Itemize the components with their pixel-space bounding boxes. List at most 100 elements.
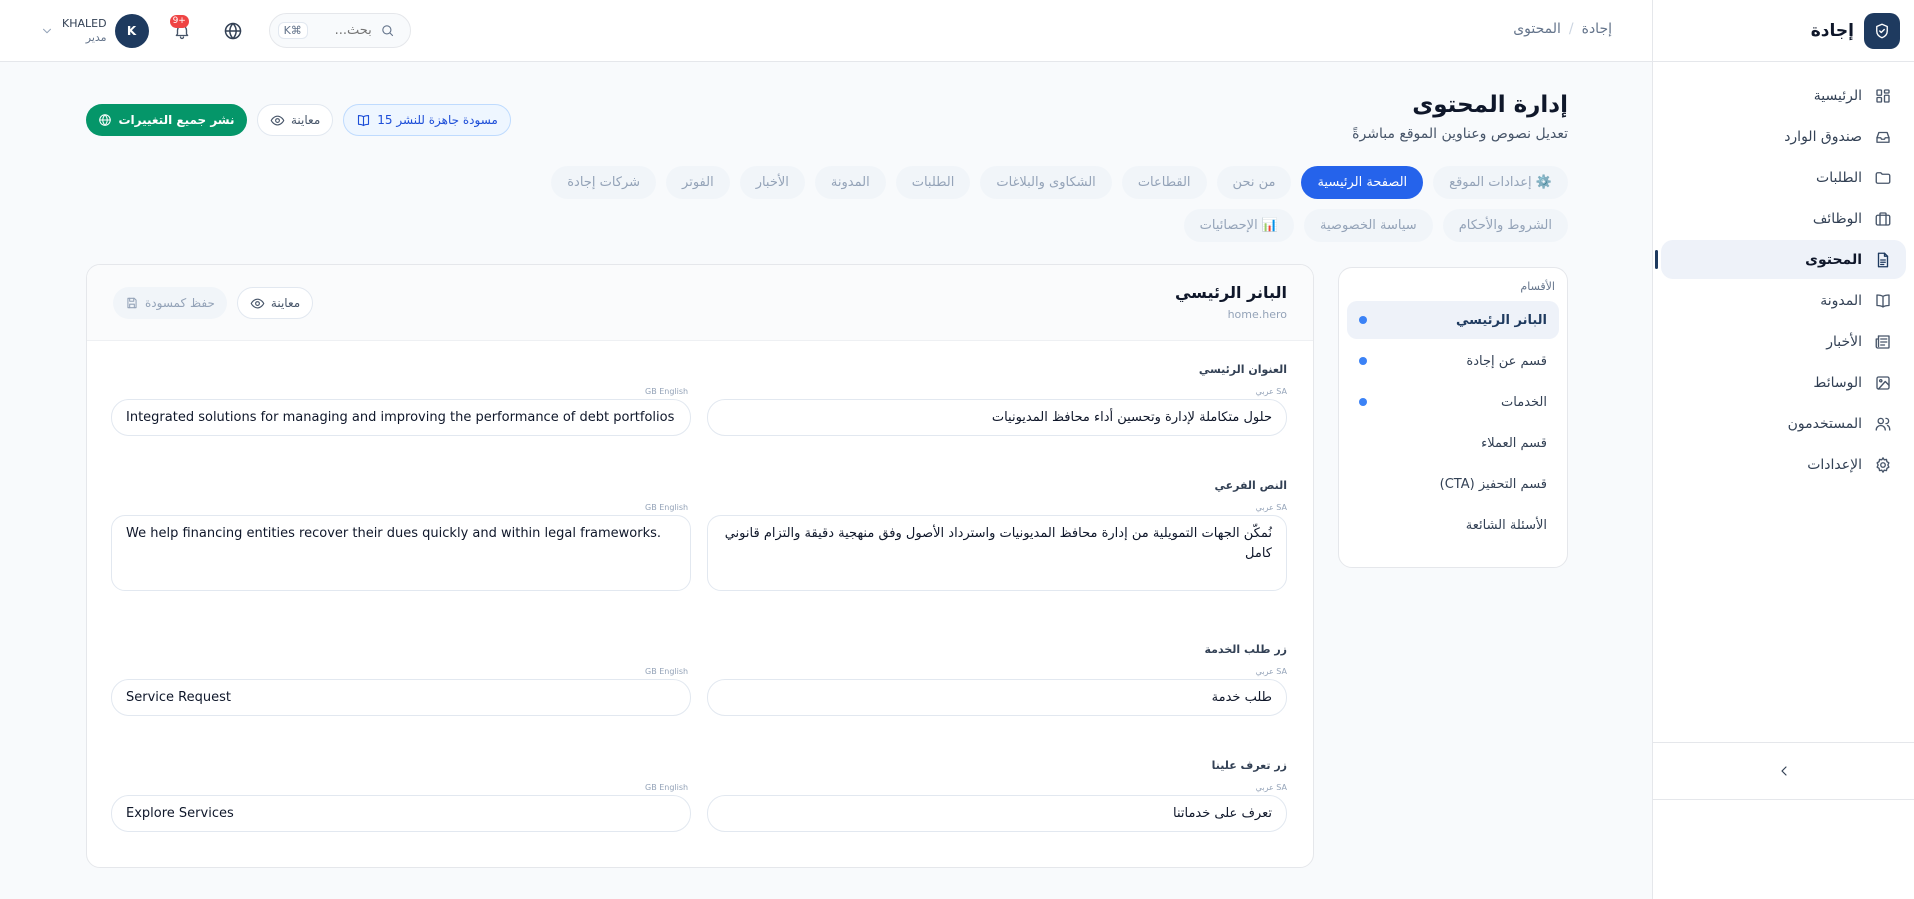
- image-icon: [1874, 374, 1892, 392]
- section-item-about[interactable]: قسم عن إجادة: [1347, 342, 1559, 380]
- user-name: KHALED: [62, 16, 107, 30]
- sidebar-item-content[interactable]: المحتوى: [1655, 240, 1906, 279]
- avatar[interactable]: K: [114, 13, 149, 48]
- section-item-label: البانر الرئيسي: [1455, 312, 1547, 328]
- english-input[interactable]: Explore Services: [111, 795, 691, 832]
- breadcrumb-separator: /: [1568, 21, 1574, 37]
- collapse-sidebar-button[interactable]: [1653, 742, 1914, 800]
- tab-terms[interactable]: الشروط والأحكام: [1442, 209, 1568, 242]
- tab-privacy[interactable]: سياسة الخصوصية: [1304, 209, 1433, 242]
- english-textarea[interactable]: We help financing entities recover their…: [111, 515, 691, 591]
- tab-news[interactable]: الأخبار: [739, 166, 805, 199]
- sidebar-item-blog[interactable]: المدونة: [1661, 281, 1906, 320]
- page-title: إدارة المحتوى: [1412, 92, 1568, 118]
- search-box[interactable]: K⌘: [268, 13, 411, 48]
- field-label: زر تعرف علينا: [1211, 759, 1287, 772]
- eye-icon: [270, 113, 285, 128]
- english-input[interactable]: Service Request: [111, 679, 691, 716]
- notifications-button[interactable]: 9+: [169, 14, 191, 40]
- section-item-label: قسم العملاء: [1481, 435, 1547, 451]
- section-item-clients[interactable]: قسم العملاء: [1347, 424, 1559, 462]
- inbox-icon: [1874, 128, 1892, 146]
- tab-companies[interactable]: شركات إجادة: [551, 166, 657, 199]
- arabic-input[interactable]: طلب خدمة: [707, 679, 1287, 716]
- field-inputs: نُمكّن الجهات التمويلية من إدارة محافظ ا…: [111, 515, 1287, 591]
- eye-icon: [250, 296, 265, 311]
- english-label: GB English: [645, 783, 689, 792]
- gear-icon: [1874, 456, 1892, 474]
- chevron-left-icon: [1776, 763, 1792, 779]
- drafts-label: 15 مسودة جاهزة للنشر: [377, 113, 498, 127]
- publish-label: نشر جميع التغييرات: [118, 113, 235, 127]
- section-item-label: الخدمات: [1501, 394, 1547, 410]
- arabic-input[interactable]: تعرف على خدماتنا: [707, 795, 1287, 832]
- topbar: إجادة / المحتوى KHALED مدير K 9+ K⌘: [0, 0, 1652, 62]
- field-subtitle: النص الفرعي SA عربي GB English نُمكّن ال…: [111, 479, 1287, 591]
- arabic-input[interactable]: حلول متكاملة لإدارة وتحسين أداء محافظ ال…: [707, 399, 1287, 436]
- topbar-actions: KHALED مدير K 9+ K⌘: [40, 13, 411, 48]
- tab-sectors[interactable]: القطاعات: [1121, 166, 1207, 199]
- arabic-label: SA عربي: [1255, 783, 1287, 792]
- section-item-cta[interactable]: قسم التحفيز (CTA): [1347, 465, 1559, 503]
- sidebar-item-requests[interactable]: الطلبات: [1661, 158, 1906, 197]
- section-item-services[interactable]: الخدمات: [1347, 383, 1559, 421]
- field-explore-button: زر تعرف علينا SA عربي GB English تعرف عل…: [111, 759, 1287, 832]
- english-label: GB English: [645, 387, 689, 396]
- field-inputs: حلول متكاملة لإدارة وتحسين أداء محافظ ال…: [111, 399, 1287, 436]
- sidebar-item-media[interactable]: الوسائط: [1661, 363, 1906, 402]
- field-inputs: طلب خدمة Service Request: [111, 679, 1287, 716]
- sidebar-item-label: الأخبار: [1826, 333, 1862, 350]
- tab-site-settings[interactable]: ⚙️ إعدادات الموقع: [1433, 166, 1568, 199]
- sidebar-item-inbox[interactable]: صندوق الوارد: [1661, 117, 1906, 156]
- arabic-textarea[interactable]: نُمكّن الجهات التمويلية من إدارة محافظ ا…: [707, 515, 1287, 591]
- tab-footer[interactable]: الفوتر: [666, 166, 730, 199]
- field-service-button: زر طلب الخدمة SA عربي GB English طلب خدم…: [111, 643, 1287, 716]
- editor-preview-button[interactable]: معاينة: [236, 287, 314, 319]
- chevron-down-icon: [40, 24, 54, 38]
- search-input[interactable]: [315, 23, 372, 38]
- sidebar-item-jobs[interactable]: الوظائف: [1661, 199, 1906, 238]
- language-button[interactable]: [223, 21, 243, 41]
- arabic-label: SA عربي: [1255, 667, 1287, 676]
- sidebar-item-home[interactable]: الرئيسية: [1661, 76, 1906, 115]
- brand[interactable]: إجادة: [1653, 0, 1914, 62]
- save-draft-button[interactable]: حفظ كمسودة: [113, 287, 227, 319]
- page-subtitle: تعديل نصوص وعناوين الموقع مباشرةً: [1352, 126, 1568, 142]
- breadcrumb-root[interactable]: إجادة: [1582, 21, 1612, 37]
- sidebar-item-label: المدونة: [1820, 292, 1862, 309]
- save-draft-label: حفظ كمسودة: [145, 296, 215, 310]
- search-shortcut: K⌘: [277, 22, 308, 39]
- english-input[interactable]: Integrated solutions for managing and im…: [111, 399, 691, 436]
- tab-about[interactable]: من نحن: [1216, 166, 1292, 199]
- dashboard-icon: [1874, 87, 1892, 105]
- publish-all-button[interactable]: نشر جميع التغييرات: [86, 104, 247, 136]
- tab-home[interactable]: الصفحة الرئيسية: [1301, 166, 1424, 199]
- tab-statistics[interactable]: 📊 الإحصائيات: [1183, 209, 1295, 242]
- user-menu[interactable]: KHALED مدير K: [40, 13, 149, 48]
- tab-blog[interactable]: المدونة: [814, 166, 886, 199]
- tab-requests[interactable]: الطلبات: [895, 166, 971, 199]
- section-item-label: قسم عن إجادة: [1466, 353, 1547, 369]
- drafts-ready-button[interactable]: 15 مسودة جاهزة للنشر: [343, 104, 511, 136]
- section-item-hero[interactable]: البانر الرئيسي: [1347, 301, 1559, 339]
- breadcrumb-current: المحتوى: [1513, 21, 1561, 37]
- language-labels: SA عربي GB English: [111, 503, 1287, 513]
- arabic-label: SA عربي: [1255, 503, 1287, 512]
- section-item-faq[interactable]: الأسئلة الشائعة: [1347, 506, 1559, 544]
- sidebar-item-label: المستخدمون: [1787, 415, 1862, 432]
- editor-key: home.hero: [1227, 308, 1287, 321]
- sidebar-item-news[interactable]: الأخبار: [1661, 322, 1906, 361]
- briefcase-icon: [1874, 210, 1892, 228]
- book-open-icon: [356, 113, 371, 128]
- editor-title: البانر الرئيسي: [1174, 283, 1287, 302]
- users-icon: [1874, 415, 1892, 433]
- content-tabs: ⚙️ إعدادات الموقع الصفحة الرئيسية من نحن…: [508, 166, 1568, 242]
- sidebar-nav: الرئيسية صندوق الوارد الطلبات الوظائف ال…: [1653, 62, 1914, 484]
- preview-button[interactable]: معاينة: [257, 104, 334, 136]
- sidebar-item-settings[interactable]: الإعدادات: [1661, 445, 1906, 484]
- save-icon: [125, 296, 139, 310]
- sidebar-item-users[interactable]: المستخدمون: [1661, 404, 1906, 443]
- section-item-label: الأسئلة الشائعة: [1465, 517, 1547, 533]
- field-inputs: تعرف على خدماتنا Explore Services: [111, 795, 1287, 832]
- tab-complaints[interactable]: الشكاوى والبلاغات: [980, 166, 1112, 199]
